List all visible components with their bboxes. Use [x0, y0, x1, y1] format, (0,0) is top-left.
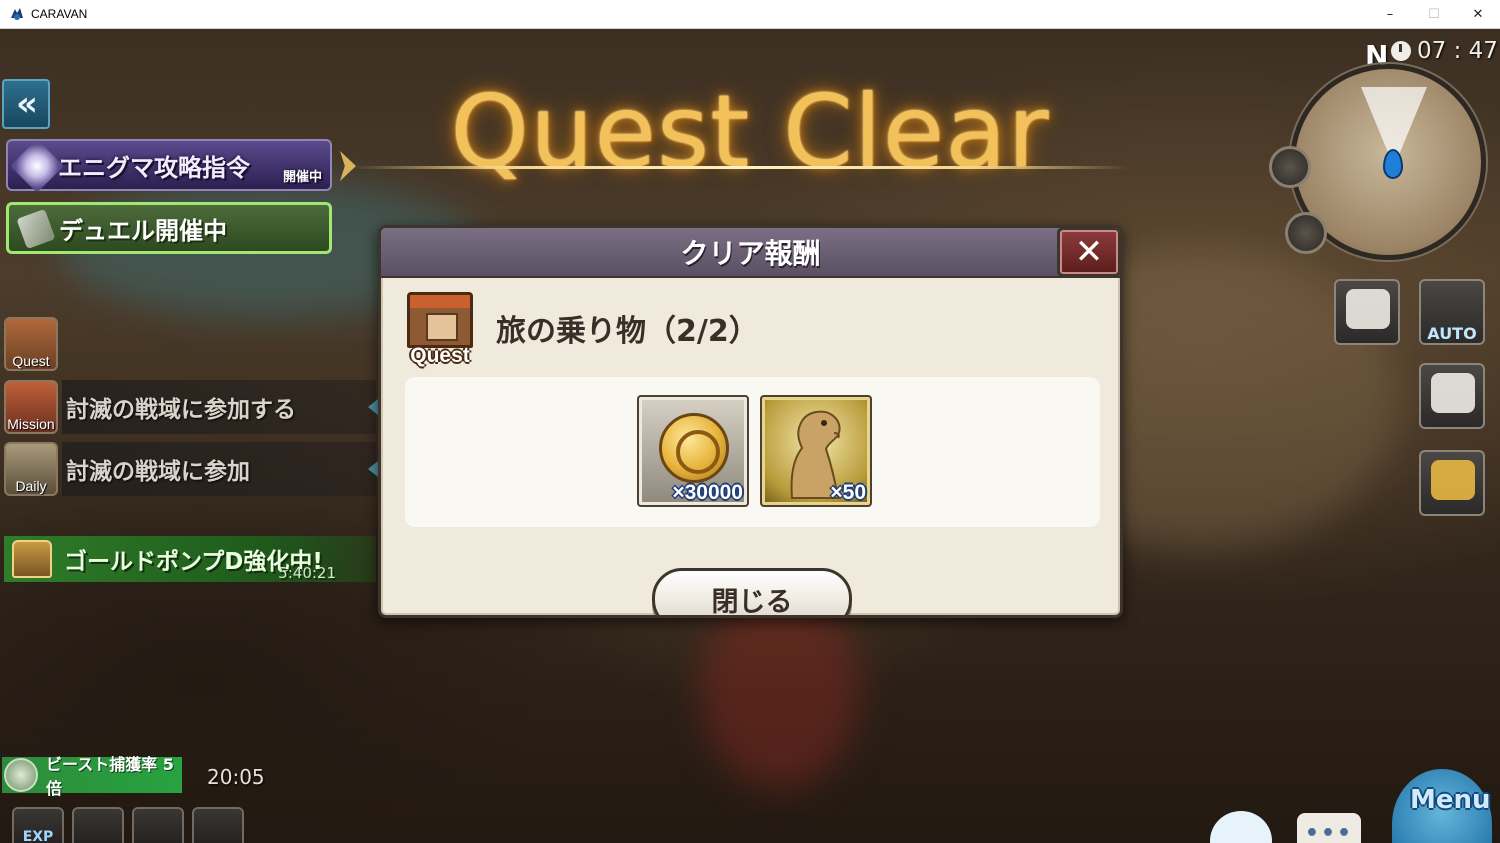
auto-button[interactable]: AUTO — [1419, 279, 1485, 345]
player-marker-icon — [1383, 149, 1403, 179]
party-button[interactable] — [1419, 363, 1485, 429]
window-close-button[interactable]: ✕ — [1456, 0, 1500, 29]
reward-quantity: ×50 — [830, 481, 866, 504]
mission-icon: Mission — [4, 380, 58, 434]
map-toggle-button[interactable] — [1269, 146, 1311, 188]
minimize-button[interactable]: – — [1368, 0, 1412, 29]
quest-icon-label: Quest — [12, 353, 50, 369]
back-button[interactable]: « — [2, 79, 50, 129]
party-icon — [1431, 373, 1475, 413]
mail-icon — [1431, 460, 1475, 500]
close-button[interactable]: 閉じる — [652, 568, 852, 615]
reward-quantity: ×30000 — [672, 481, 743, 504]
quest-tracker-quest[interactable]: Quest — [4, 316, 376, 372]
quest-shop-icon: Quest — [401, 290, 479, 368]
title-underline — [352, 166, 1128, 169]
quest-icon: Quest — [4, 317, 58, 371]
dialog-close-x-button[interactable]: ✕ — [1057, 228, 1120, 277]
game-scene: « エニグマ攻略指令 開催中 デュエル開催中 Quest Mission 討滅の… — [0, 29, 1500, 843]
mission-text: 討滅の戦域に参加する — [62, 380, 376, 434]
gold-boost-icon[interactable] — [72, 807, 124, 843]
quest-icon-caption: Quest — [410, 344, 470, 367]
window-titlebar: CARAVAN – ☐ ✕ — [0, 0, 1500, 29]
maximize-button[interactable]: ☐ — [1412, 0, 1456, 29]
game-clock: 07 : 47 — [1391, 38, 1498, 64]
reward-dialog-title: クリア報酬 — [680, 237, 821, 270]
lantern-icon[interactable] — [192, 807, 244, 843]
item-boost-icon[interactable] — [132, 807, 184, 843]
clock-time: 07 : 47 — [1417, 38, 1498, 64]
gold-pump-timer: 5:40:21 — [278, 564, 336, 582]
duel-banner-label: デュエル開催中 — [59, 216, 227, 245]
reward-dialog-header: クリア報酬 — [381, 228, 1120, 278]
daily-text: 討滅の戦域に参加 — [62, 442, 376, 496]
quest-clear-title: Quest Clear — [450, 73, 1050, 190]
reward-dialog: クリア報酬 ✕ Quest 旅の乗り物（2/2） ×30000 ×50 閉じる — [378, 225, 1123, 618]
crystal-icon — [10, 139, 64, 193]
enigma-banner-label: エニグマ攻略指令 — [58, 153, 250, 182]
duel-event-banner[interactable]: デュエル開催中 — [6, 202, 332, 254]
daily-icon: Daily — [4, 442, 58, 496]
swords-icon — [16, 208, 56, 250]
reward-item-gold[interactable]: ×30000 — [637, 395, 749, 507]
app-icon — [11, 8, 23, 20]
camera-icon — [1346, 289, 1390, 329]
reward-item-camel[interactable]: ×50 — [760, 395, 872, 507]
daily-icon-label: Daily — [15, 478, 47, 494]
beast-boost-icon — [4, 758, 38, 792]
enigma-banner-status: 開催中 — [282, 170, 322, 185]
buff-icon-row: EXP — [12, 807, 244, 843]
chat-button[interactable]: ••• — [1297, 813, 1361, 843]
quest-tracker-mission[interactable]: Mission 討滅の戦域に参加する — [4, 379, 378, 435]
reward-list: ×30000 ×50 — [405, 377, 1100, 527]
mail-button[interactable] — [1419, 450, 1485, 516]
treasure-chest-icon — [12, 540, 52, 578]
beast-boost-time: 20:05 — [207, 765, 265, 789]
gold-coin-icon — [659, 413, 729, 483]
quest-name: 旅の乗り物（2/2） — [496, 314, 759, 349]
mission-icon-label: Mission — [7, 416, 55, 432]
camera-button[interactable] — [1334, 279, 1400, 345]
quest-tracker-daily[interactable]: Daily 討滅の戦域に参加 — [4, 441, 378, 497]
gold-pump-banner[interactable]: ゴールドポンプD強化中! 5:40:21 — [4, 536, 376, 582]
menu-button-label[interactable]: Menu — [1410, 785, 1491, 815]
shop-house-icon — [407, 292, 473, 348]
auto-label: AUTO — [1427, 324, 1477, 343]
pet-button[interactable] — [1285, 212, 1327, 254]
beast-boost-label: ビースト捕獲率 5倍 — [46, 755, 174, 798]
clock-icon — [1391, 41, 1411, 61]
beast-capture-boost-bar: ビースト捕獲率 5倍 — [2, 755, 182, 798]
window-title: CARAVAN — [31, 7, 88, 21]
enigma-event-banner[interactable]: エニグマ攻略指令 開催中 — [6, 139, 332, 193]
exp-boost-icon[interactable]: EXP — [12, 807, 64, 843]
